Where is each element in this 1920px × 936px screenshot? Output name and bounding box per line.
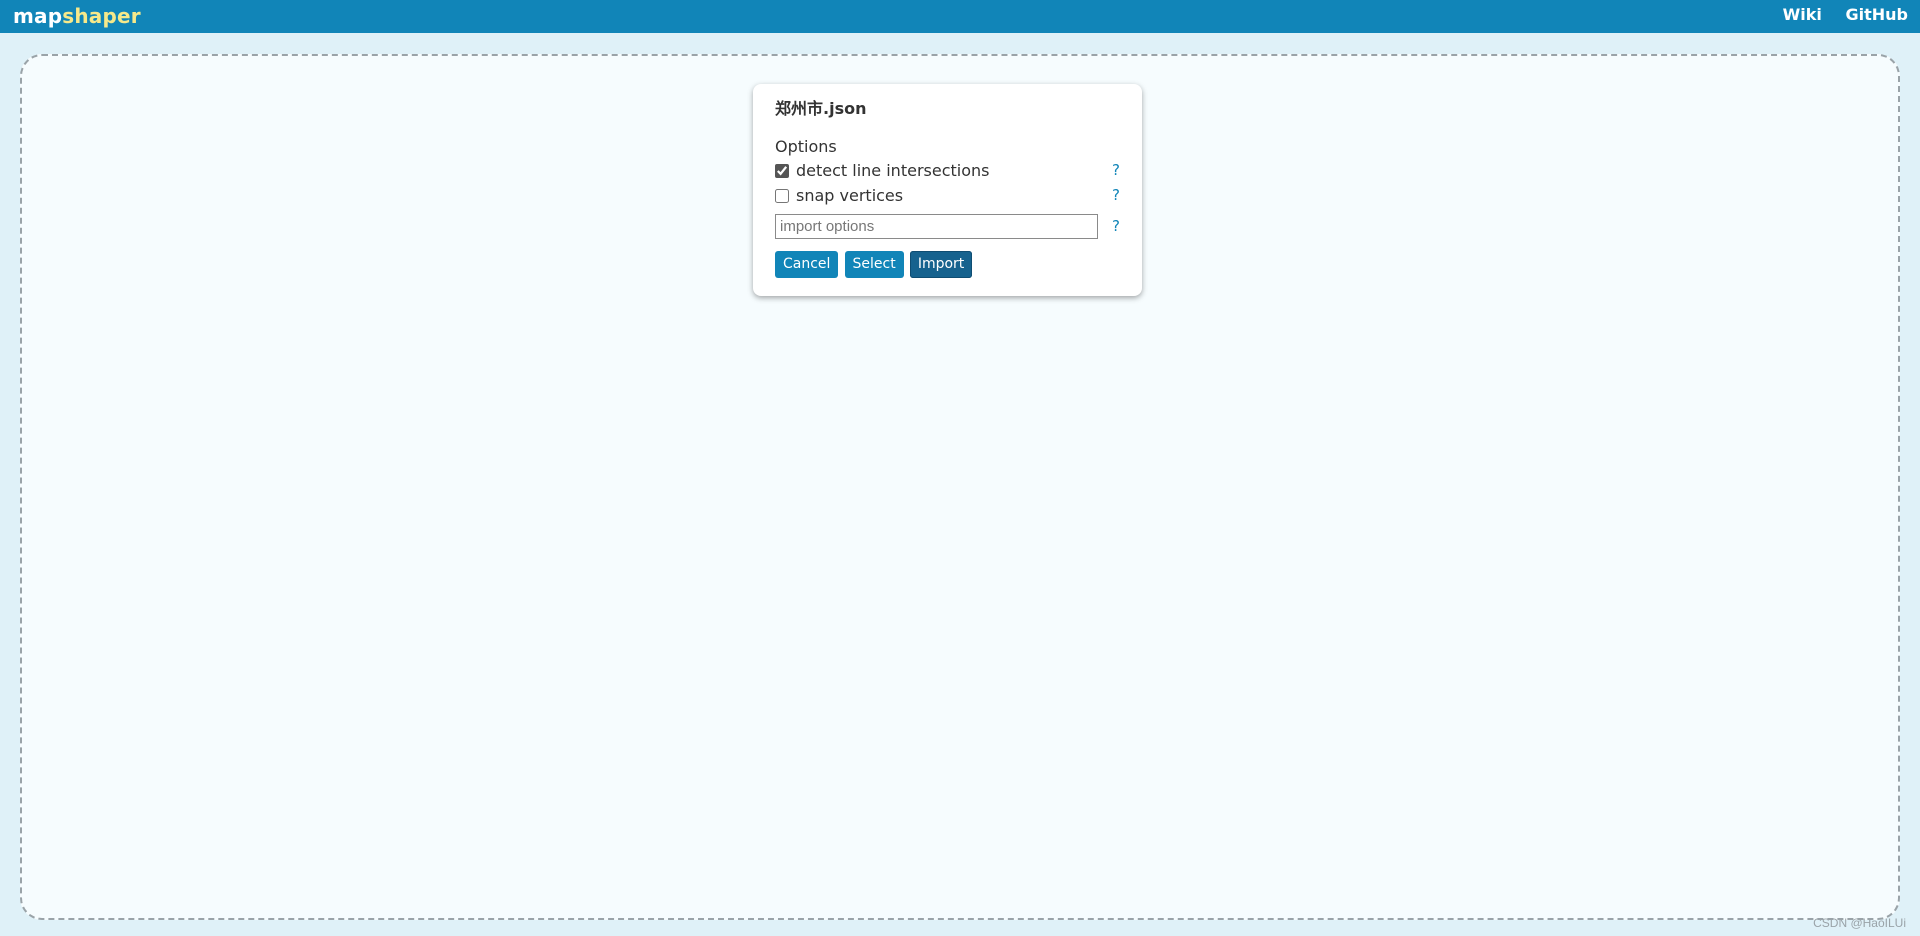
dialog-buttons: Cancel Select Import — [775, 251, 1120, 278]
snap-vertices-label: snap vertices — [796, 186, 904, 205]
wiki-link[interactable]: Wiki — [1783, 5, 1822, 24]
logo-text-map: map — [13, 4, 63, 28]
watermark-text: CSDN @HaoILUi — [1813, 916, 1906, 930]
detect-intersections-help-icon[interactable]: ? — [1112, 158, 1120, 183]
import-options-input[interactable] — [775, 214, 1098, 239]
import-options-help-icon[interactable]: ? — [1112, 216, 1120, 236]
file-name-title: 郑州市.json — [775, 99, 867, 118]
detect-intersections-label: detect line intersections — [796, 161, 990, 180]
detect-intersections-checkbox[interactable] — [775, 164, 789, 178]
option-detect-intersections: detect line intersections ? — [775, 158, 1120, 183]
detect-intersections-label-wrap[interactable]: detect line intersections — [775, 161, 989, 180]
snap-vertices-help-icon[interactable]: ? — [1112, 183, 1120, 208]
github-link[interactable]: GitHub — [1846, 5, 1909, 24]
select-button[interactable]: Select — [844, 251, 904, 278]
import-button[interactable]: Import — [909, 251, 973, 278]
snap-vertices-checkbox[interactable] — [775, 189, 789, 203]
import-options-row: ? — [775, 214, 1120, 239]
nav-links: Wiki GitHub — [1765, 5, 1908, 24]
snap-vertices-label-wrap[interactable]: snap vertices — [775, 186, 903, 205]
options-heading: Options — [775, 137, 837, 156]
logo-text-shaper: shaper — [62, 4, 141, 28]
cancel-button[interactable]: Cancel — [775, 251, 839, 278]
option-snap-vertices: snap vertices ? — [775, 183, 1120, 208]
mapshaper-logo[interactable]: mapshaper — [13, 4, 141, 28]
import-dialog: 郑州市.json Options detect line intersectio… — [753, 84, 1142, 296]
top-bar: mapshaper Wiki GitHub — [0, 0, 1920, 33]
